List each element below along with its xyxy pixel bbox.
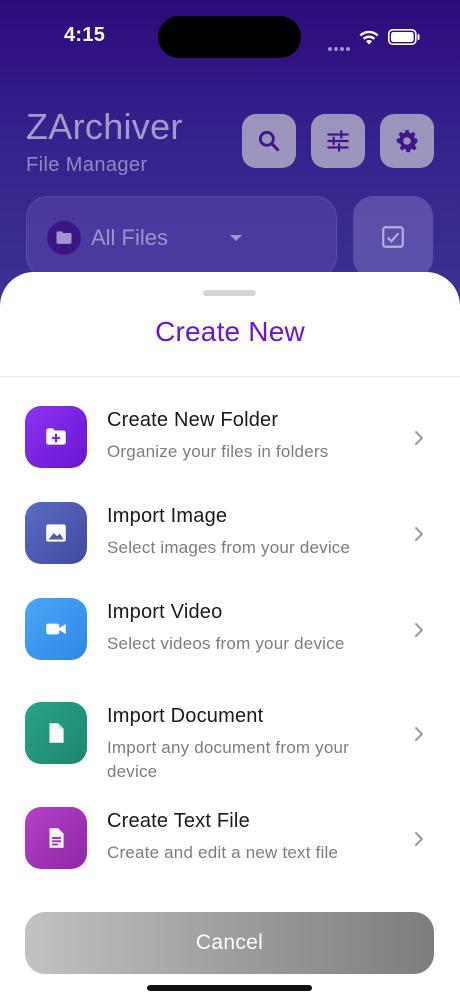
option-description: Organize your files in folders [107,442,329,461]
status-time: 4:15 [64,24,106,46]
chevron-right-icon [415,832,423,846]
caret-down-icon [230,235,242,241]
option-description: Select videos from your device [107,634,345,653]
app-title: ZArchiver [26,106,183,147]
sliders-icon [327,130,349,152]
search-button[interactable] [242,114,296,168]
option-create-folder[interactable]: Create New Folder Organize your files in… [0,406,460,496]
chevron-right-icon [415,431,423,445]
cancel-button[interactable]: Cancel [25,912,434,974]
image-icon [25,502,87,564]
chevron-right-icon [415,527,423,541]
option-title: Import Video [107,601,223,623]
sheet-grabber[interactable] [203,290,256,296]
checkbox-icon [382,226,404,248]
home-indicator [147,985,312,991]
text-file-icon [25,807,87,869]
option-title: Import Image [107,505,228,527]
filter-label: All Files [91,225,169,250]
option-import-video[interactable]: Import Video Select videos from your dev… [0,598,460,688]
app-subtitle: File Manager [26,154,148,176]
option-create-text-file[interactable]: Create Text File Create and edit a new t… [0,807,460,897]
option-description: Import any document from your device [107,738,350,781]
settings-button[interactable] [380,114,434,168]
document-icon [25,702,87,764]
filter-settings-button[interactable] [311,114,365,168]
file-filter-dropdown[interactable]: All Files [26,196,337,278]
folder-icon [47,221,81,255]
option-description: Select images from your device [107,538,351,557]
dynamic-island [158,16,301,58]
option-description: Create and edit a new text file [107,843,339,862]
video-camera-icon [25,598,87,660]
chevron-right-icon [415,727,423,741]
option-import-image[interactable]: Import Image Select images from your dev… [0,502,460,592]
option-import-document[interactable]: Import Document Import any document from… [0,702,460,812]
wifi-icon [359,30,379,45]
battery-icon [388,29,420,45]
status-bar: 4:15 [0,0,460,76]
option-title: Import Document [107,705,264,727]
chevron-right-icon [415,623,423,637]
option-title: Create New Folder [107,409,279,431]
folder-plus-icon [25,406,87,468]
search-icon [258,130,280,152]
option-title: Create Text File [107,810,250,832]
signal-icon [328,38,352,51]
create-new-sheet: Create New Create New Folder Organize yo… [0,272,460,999]
divider [0,376,460,377]
select-mode-button[interactable] [353,196,433,278]
gear-icon [396,130,418,153]
sheet-title: Create New [155,316,305,347]
